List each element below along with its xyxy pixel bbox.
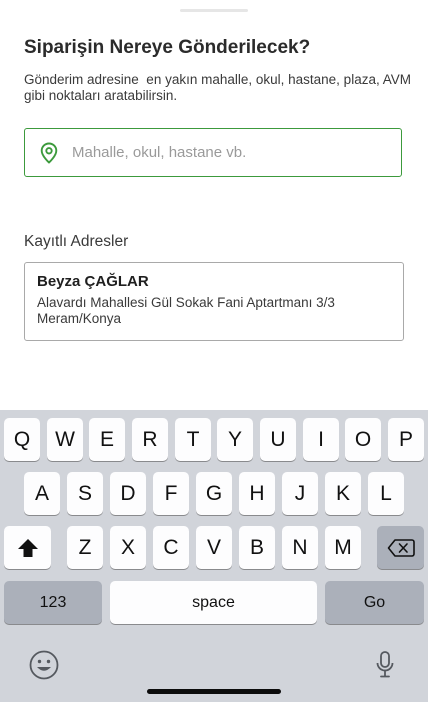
key-k[interactable]: K — [325, 472, 361, 515]
key-v[interactable]: V — [196, 526, 232, 569]
backspace-icon — [387, 538, 415, 557]
microphone-icon[interactable] — [375, 650, 395, 680]
key-i[interactable]: I — [303, 418, 339, 461]
key-j[interactable]: J — [282, 472, 318, 515]
key-q[interactable]: Q — [4, 418, 40, 461]
key-b[interactable]: B — [239, 526, 275, 569]
keyboard: Q W E R T Y U I O P A S D F G H J K L Z … — [0, 410, 428, 702]
saved-addresses-label: Kayıtlı Adresler — [24, 233, 129, 250]
sheet-grabber[interactable] — [180, 9, 248, 12]
key-u[interactable]: U — [260, 418, 296, 461]
key-a[interactable]: A — [24, 472, 60, 515]
shift-icon — [17, 538, 38, 557]
home-indicator[interactable] — [147, 689, 281, 694]
key-w[interactable]: W — [47, 418, 83, 461]
key-y[interactable]: Y — [217, 418, 253, 461]
key-p[interactable]: P — [388, 418, 424, 461]
saved-address-name: Beyza ÇAĞLAR — [37, 273, 149, 290]
location-pin-icon — [40, 142, 58, 164]
emoji-icon[interactable] — [28, 649, 60, 681]
page-subtitle: Gönderim adresine en yakın mahalle, okul… — [24, 72, 415, 103]
key-g[interactable]: G — [196, 472, 232, 515]
key-h[interactable]: H — [239, 472, 275, 515]
key-x[interactable]: X — [110, 526, 146, 569]
saved-address-text: Alavardı Mahallesi Gül Sokak Fani Aptart… — [37, 295, 335, 326]
saved-address-card[interactable]: Beyza ÇAĞLAR Alavardı Mahallesi Gül Soka… — [24, 262, 404, 341]
key-c[interactable]: C — [153, 526, 189, 569]
key-n[interactable]: N — [282, 526, 318, 569]
key-d[interactable]: D — [110, 472, 146, 515]
shift-key[interactable] — [4, 526, 51, 569]
numbers-key[interactable]: 123 — [4, 581, 102, 624]
backspace-key[interactable] — [377, 526, 424, 569]
key-m[interactable]: M — [325, 526, 361, 569]
space-key[interactable]: space — [110, 581, 317, 624]
key-l[interactable]: L — [368, 472, 404, 515]
search-field[interactable] — [24, 128, 402, 177]
go-key[interactable]: Go — [325, 581, 424, 624]
key-o[interactable]: O — [345, 418, 381, 461]
key-z[interactable]: Z — [67, 526, 103, 569]
key-f[interactable]: F — [153, 472, 189, 515]
key-t[interactable]: T — [175, 418, 211, 461]
key-r[interactable]: R — [132, 418, 168, 461]
search-input[interactable] — [72, 129, 392, 176]
page-title: Siparişin Nereye Gönderilecek? — [24, 37, 311, 58]
key-e[interactable]: E — [89, 418, 125, 461]
key-s[interactable]: S — [67, 472, 103, 515]
